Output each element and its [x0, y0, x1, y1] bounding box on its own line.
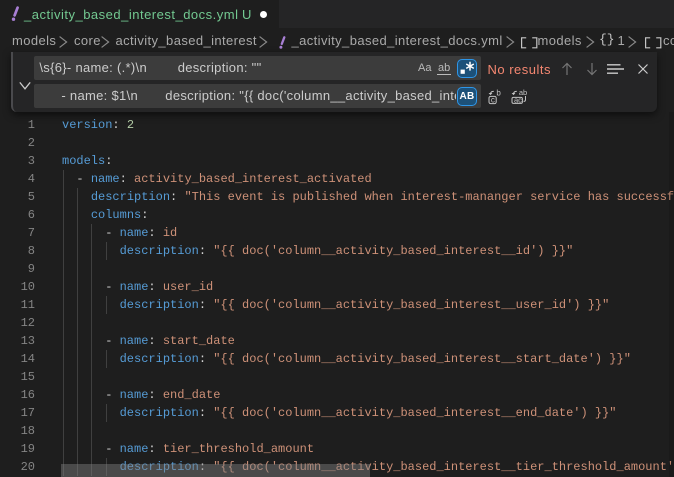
svg-text:c: c — [491, 95, 495, 104]
svg-text:ac: ac — [514, 95, 522, 104]
svg-text:b: b — [496, 89, 501, 98]
